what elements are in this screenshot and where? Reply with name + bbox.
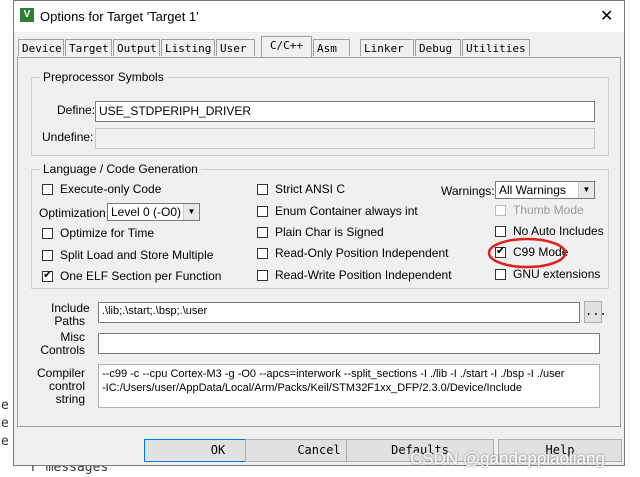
background-editor-right [624,0,640,477]
tab-debug[interactable]: Debug [415,39,461,56]
checkmark-icon: ✔ [43,269,53,281]
optimize-time-checkbox[interactable] [42,228,53,239]
include-label-2: Paths [54,314,85,328]
plain-char-checkbox[interactable] [257,227,268,238]
execute-only-checkbox[interactable] [42,184,53,195]
strict-ansi-checkbox[interactable] [257,184,268,195]
tab-listing[interactable]: Listing [161,39,215,56]
window-title: Options for Target 'Target 1' [40,9,199,24]
one-elf-checkbox[interactable]: ✔ [42,269,53,282]
preprocessor-group: Preprocessor Symbols Define: USE_STDPERI… [31,70,609,156]
misc-label-1: Misc [60,330,85,344]
include-label-1: Include [51,301,90,315]
strict-ansi-label: Strict ANSI C [275,182,346,196]
language-group-label: Language / Code Generation [40,162,201,176]
warnings-label: Warnings: [441,184,495,198]
misc-controls-input[interactable] [98,333,600,354]
background-editor-left: e e e [0,0,12,477]
define-label: Define: [57,103,96,117]
red-highlight-circle [487,237,567,269]
tab-asm[interactable]: Asm [313,39,350,56]
close-icon[interactable]: ✕ [600,6,613,26]
bg-char: e [1,398,9,413]
enum-container-checkbox[interactable] [257,206,268,217]
plain-char-label: Plain Char is Signed [275,225,384,239]
compiler-label-1: Compiler [37,366,86,380]
warnings-value: All Warnings [499,183,566,197]
options-dialog: V Options for Target 'Target 1' ✕ Device… [13,0,625,466]
tab-output[interactable]: Output [113,39,160,56]
gnu-extensions-checkbox[interactable] [495,269,506,280]
thumb-mode-checkbox[interactable] [495,205,506,216]
optimization-value: Level 0 (-O0) [111,205,182,219]
title-bar: V Options for Target 'Target 1' ✕ [14,1,624,32]
undefine-label: Undefine: [42,130,94,144]
chevron-down-icon: ▼ [578,182,594,198]
include-paths-input[interactable]: .\lib;.\start;.\bsp;.\user [98,302,580,323]
compiler-control-string[interactable]: --c99 -c --cpu Cortex-M3 -g -O0 --apcs=i… [98,364,600,408]
compiler-label-2: control [48,379,85,393]
split-load-checkbox[interactable] [42,250,53,261]
tab-c-cpp[interactable]: C/C++ [261,36,312,57]
compiler-label-3: string [55,392,85,406]
execute-only-label: Execute-only Code [60,182,162,196]
define-input[interactable]: USE_STDPERIPH_DRIVER [95,101,595,122]
rwpi-label: Read-Write Position Independent [275,268,452,282]
split-load-label: Split Load and Store Multiple [60,248,214,262]
warnings-select[interactable]: All Warnings ▼ [495,181,595,199]
bg-char: e [1,434,9,449]
misc-label-2: Controls [40,343,85,357]
keil-app-icon: V [20,8,34,22]
undefine-input[interactable] [95,128,595,149]
tab-user[interactable]: User [216,39,255,56]
one-elf-label: One ELF Section per Function [60,269,222,283]
include-browse-button[interactable]: ... [584,301,607,323]
chevron-down-icon: ▼ [183,204,199,220]
cpp-options-page: Preprocessor Symbols Define: USE_STDPERI… [17,57,621,427]
optimize-time-label: Optimize for Time [60,226,155,240]
preprocessor-group-label: Preprocessor Symbols [40,70,167,84]
language-group: Language / Code Generation Execute-only … [31,162,609,289]
optimization-label: Optimization: [39,206,110,220]
ropi-label: Read-Only Position Independent [275,246,449,260]
thumb-mode-label: Thumb Mode [513,203,584,217]
tab-target[interactable]: Target [65,39,112,56]
optimization-select[interactable]: Level 0 (-O0) ▼ [107,203,200,221]
enum-container-label: Enum Container always int [275,204,418,218]
csdn-watermark: CSDN @gandeppiaoliang [410,449,605,468]
rwpi-checkbox[interactable] [257,270,268,281]
tab-linker[interactable]: Linker [360,39,414,56]
bg-char: e [1,416,9,431]
tab-utilities[interactable]: Utilities [462,39,530,56]
ropi-checkbox[interactable] [257,248,268,259]
tab-device[interactable]: Device [18,39,64,56]
